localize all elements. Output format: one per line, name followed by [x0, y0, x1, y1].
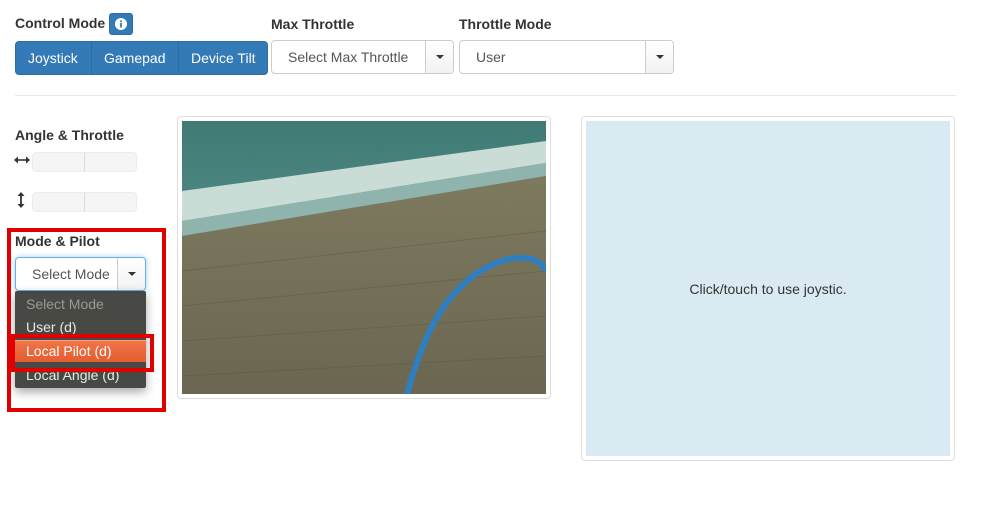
mode-option-local-angle[interactable]: Local Angle (d) — [15, 364, 146, 386]
angle-throttle-label: Angle & Throttle — [15, 127, 124, 143]
divider — [15, 95, 956, 96]
mode-dropdown-menu: Select Mode User (d) Local Pilot (d) Loc… — [15, 291, 146, 388]
chevron-down-icon — [655, 55, 664, 59]
max-throttle-label: Max Throttle — [271, 16, 355, 32]
mode-option-user[interactable]: User (d) — [15, 316, 146, 338]
chevron-down-icon — [435, 55, 444, 59]
video-frame — [177, 116, 551, 399]
mode-select-value: Select Mode — [32, 266, 110, 282]
throttle-mode-value: User — [476, 49, 506, 65]
joystick-pad-text: Click/touch to use joystic. — [689, 280, 847, 297]
device-tilt-button[interactable]: Device Tilt — [178, 41, 268, 75]
camera-feed-image — [182, 121, 546, 394]
left-right-arrow-icon — [14, 153, 30, 169]
angle-slider-handle[interactable] — [84, 153, 85, 171]
angle-slider[interactable] — [32, 152, 137, 172]
throttle-mode-select[interactable]: User — [459, 40, 674, 74]
mode-select[interactable]: Select Mode — [15, 257, 146, 291]
chevron-down-icon — [127, 272, 136, 276]
max-throttle-value: Select Max Throttle — [288, 49, 409, 65]
mode-option-select-mode: Select Mode — [26, 296, 104, 312]
joystick-button[interactable]: Joystick — [15, 41, 92, 75]
up-down-arrow-icon — [16, 192, 26, 211]
mode-dropdown-toggle[interactable] — [117, 258, 145, 290]
throttle-slider-handle[interactable] — [84, 193, 85, 211]
mode-option-local-pilot[interactable]: Local Pilot (d) — [15, 340, 146, 362]
control-mode-label: Control Mode — [15, 15, 106, 31]
mode-pilot-label: Mode & Pilot — [15, 233, 100, 249]
throttle-slider[interactable] — [32, 192, 137, 212]
info-icon[interactable] — [109, 13, 133, 35]
control-mode-button-group: Joystick Gamepad Device Tilt — [15, 41, 268, 75]
joystick-frame: Click/touch to use joystic. — [581, 116, 955, 461]
throttle-mode-label: Throttle Mode — [459, 16, 552, 32]
throttle-mode-dropdown-toggle[interactable] — [645, 41, 673, 73]
max-throttle-dropdown-toggle[interactable] — [425, 41, 453, 73]
max-throttle-select[interactable]: Select Max Throttle — [271, 40, 454, 74]
gamepad-button[interactable]: Gamepad — [91, 41, 179, 75]
joystick-pad[interactable]: Click/touch to use joystic. — [586, 121, 950, 456]
